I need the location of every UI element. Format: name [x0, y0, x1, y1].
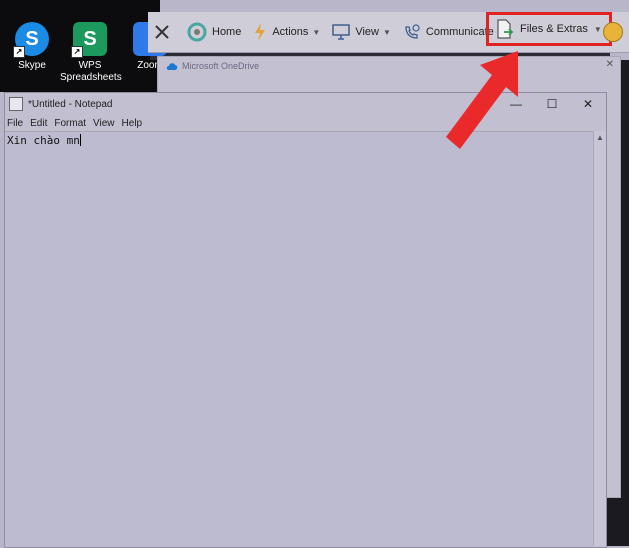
chevron-down-icon: ▼: [383, 27, 391, 37]
vertical-scrollbar[interactable]: ▲: [593, 131, 606, 546]
onedrive-titlebar: Microsoft OneDrive: [166, 61, 259, 71]
notepad-icon: [9, 97, 23, 111]
red-arrow-annotation: [446, 51, 518, 149]
actions-label: Actions: [272, 26, 309, 38]
menu-view[interactable]: View: [93, 118, 115, 129]
text-caret: [79, 134, 81, 146]
desktop-icon-label: Skype: [18, 60, 46, 71]
file-transfer-icon: [497, 19, 514, 39]
home-label: Home: [212, 26, 242, 38]
desktop-icon-wps-spreadsheets[interactable]: S ↗ WPS Spreadsheets: [60, 22, 122, 84]
notepad-text-area[interactable]: Xin chào mn: [5, 131, 593, 547]
chevron-down-icon: ▼: [312, 27, 321, 37]
view-menu[interactable]: View ▼: [326, 12, 397, 52]
menu-file[interactable]: File: [7, 118, 23, 129]
communicate-label: Communicate: [425, 26, 494, 38]
close-session-button[interactable]: [148, 12, 181, 52]
close-icon: ✕: [582, 97, 594, 111]
menu-format[interactable]: Format: [54, 118, 86, 129]
files-extras-label: Files & Extras: [520, 23, 588, 35]
files-extras-menu[interactable]: Files & Extras ▼: [486, 12, 612, 46]
notepad-title: *Untitled - Notepad: [28, 98, 113, 110]
avatar[interactable]: [603, 22, 623, 42]
actions-menu[interactable]: Actions ▼: [247, 12, 326, 52]
close-button[interactable]: ✕: [570, 93, 606, 115]
phone-chat-icon: [405, 24, 420, 39]
onedrive-window-controls: ✕: [606, 59, 614, 70]
home-button[interactable]: Home: [181, 12, 247, 52]
notepad-window: *Untitled - Notepad — ☐ ✕ File Edit Form…: [4, 92, 607, 548]
close-icon[interactable]: ✕: [606, 59, 614, 70]
skype-icon: S ↗: [13, 22, 49, 58]
maximize-button[interactable]: ☐: [534, 93, 570, 115]
home-logo-icon: [187, 22, 207, 42]
menu-help[interactable]: Help: [122, 118, 143, 129]
remote-control-toolbar: Home Actions▼ View▼ Communicate▼ Files &…: [148, 12, 629, 53]
chevron-up-icon[interactable]: ▲: [594, 133, 606, 142]
view-label: View: [355, 26, 379, 38]
notepad-content: Xin chào mn: [7, 134, 80, 147]
desktop-icon-skype[interactable]: S ↗ Skype: [2, 22, 62, 72]
close-icon: [155, 25, 169, 39]
chevron-down-icon: ▼: [593, 24, 602, 34]
cloud-icon: [166, 63, 178, 70]
wps-spreadsheets-icon: S ↗: [71, 22, 107, 58]
desktop-icon-label: WPS Spreadsheets: [60, 60, 122, 83]
maximize-icon: ☐: [546, 97, 558, 111]
monitor-icon: [332, 24, 351, 40]
menu-edit[interactable]: Edit: [30, 118, 47, 129]
onedrive-title: Microsoft OneDrive: [182, 61, 260, 71]
lightning-icon: [255, 23, 266, 41]
